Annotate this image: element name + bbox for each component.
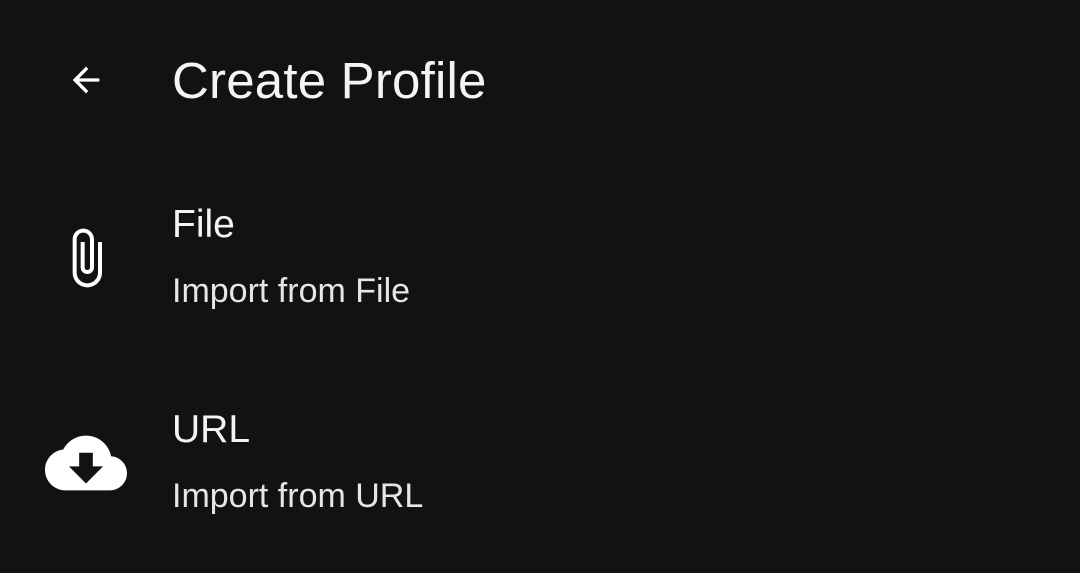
arrow-back-icon xyxy=(72,66,100,94)
import-from-file-option[interactable]: File Import from File xyxy=(0,160,1080,365)
top-app-bar: Create Profile xyxy=(0,0,1080,165)
page-title: Create Profile xyxy=(172,52,487,109)
create-profile-screen: Create Profile File Import from File URL… xyxy=(0,0,1080,573)
option-subtitle-url: Import from URL xyxy=(172,477,424,515)
option-title-file: File xyxy=(172,203,235,246)
option-subtitle-file: Import from File xyxy=(172,272,411,310)
cloud-download-icon xyxy=(40,417,132,509)
paperclip-icon xyxy=(40,212,132,304)
back-button[interactable] xyxy=(52,46,120,114)
import-from-url-option[interactable]: URL Import from URL xyxy=(0,365,1080,570)
option-title-url: URL xyxy=(172,408,251,451)
